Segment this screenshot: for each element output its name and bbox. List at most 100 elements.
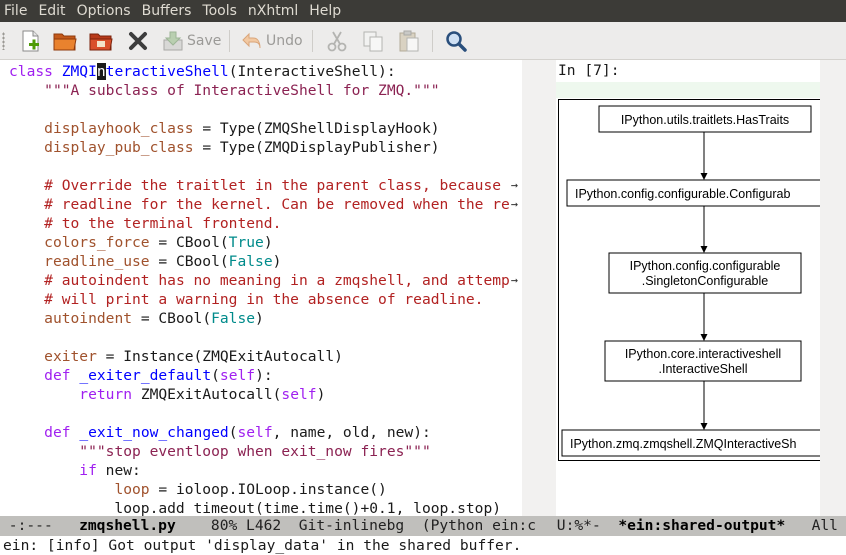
code-token: ZMQI [61, 63, 97, 80]
code-token: # readline for the kernel. Can be remove… [44, 196, 510, 213]
modeline-vc[interactable]: Git-inlinebg [299, 517, 404, 534]
code-token: readline_use [44, 253, 150, 270]
input-cell[interactable] [556, 82, 820, 98]
code-line[interactable] [9, 157, 510, 176]
code-token: exiter [44, 348, 97, 365]
code-line[interactable] [9, 404, 510, 423]
modeline-buffer-name[interactable]: zmqshell.py [79, 517, 176, 534]
code-line[interactable]: loop = ioloop.IOLoop.instance() [9, 480, 510, 499]
code-line[interactable]: exiter = Instance(ZMQExitAutocall) [9, 347, 510, 366]
code-line[interactable]: if new: [9, 461, 510, 480]
code-token: """stop eventloop when exit_now fires""" [79, 443, 431, 460]
code-token: True [228, 234, 264, 251]
code-token: = Type(ZMQDisplayPublisher) [193, 139, 440, 156]
code-token: _exit_now_changed [79, 424, 229, 441]
window-divider[interactable] [532, 60, 548, 516]
code-token: ) [316, 386, 326, 403]
code-line[interactable] [9, 100, 510, 119]
code-line[interactable]: class ZMQInteractiveShell(InteractiveShe… [9, 62, 510, 81]
mode-line-right[interactable]: U:%*- *ein:shared-output* All [548, 516, 846, 536]
code-line[interactable]: # will print a warning in the absence of… [9, 290, 510, 309]
open-file-button[interactable] [52, 28, 78, 54]
modeline-modes[interactable]: (Python ein:c [422, 517, 536, 534]
modeline-status: -:--- [8, 517, 53, 534]
code-line[interactable]: # readline for the kernel. Can be remove… [9, 195, 510, 214]
code-token: teractiveShell [105, 63, 229, 80]
fringe [522, 60, 532, 516]
code-token: ) [263, 234, 273, 251]
code-line[interactable]: # autoindent has no meaning in a zmqshel… [9, 271, 510, 290]
class-node-label: .SingletonConfigurable [642, 274, 769, 288]
code-line[interactable]: loop.add_timeout(time.time()+0.1, loop.s… [9, 499, 510, 516]
close-buffer-button[interactable] [126, 28, 150, 54]
modeline-position: All [811, 517, 838, 534]
code-line[interactable]: """stop eventloop when exit_now fires""" [9, 442, 510, 461]
menu-options[interactable]: Options [77, 3, 131, 19]
search-button[interactable] [444, 28, 468, 54]
code-line[interactable]: def _exit_now_changed(self, name, old, n… [9, 423, 510, 442]
new-file-icon [22, 30, 39, 52]
shared-output-window[interactable]: In [7]: IPython.utils.traitlets.HasTrait… [556, 60, 820, 516]
code-line[interactable]: displayhook_class = Type(ZMQShellDisplay… [9, 119, 510, 138]
menu-help[interactable]: Help [309, 3, 341, 19]
menu-nxhtml[interactable]: nXhtml [248, 3, 298, 19]
arrowhead-icon [700, 334, 708, 341]
toolbar-grip[interactable] [2, 32, 5, 50]
copy-button[interactable] [361, 28, 385, 54]
code-editor-window[interactable]: class ZMQInteractiveShell(InteractiveShe… [0, 60, 522, 516]
undo-button[interactable]: Undo [240, 28, 303, 54]
code-line[interactable]: colors_force = CBool(True) [9, 233, 510, 252]
code-line[interactable]: display_pub_class = Type(ZMQDisplayPubli… [9, 138, 510, 157]
cut-button[interactable] [325, 28, 349, 54]
code-line[interactable]: # to the terminal frontend. [9, 214, 510, 233]
code-line[interactable]: def _exiter_default(self): [9, 366, 510, 385]
class-node: IPython.zmq.zmqshell.ZMQInteractiveSh [561, 429, 820, 457]
code-token: (InteractiveShell): [228, 63, 396, 80]
code-line[interactable]: return ZMQExitAutocall(self) [9, 385, 510, 404]
line-truncation-arrow-icon: → [510, 178, 518, 192]
code-line[interactable]: autoindent = CBool(False) [9, 309, 510, 328]
menu-edit[interactable]: Edit [38, 3, 65, 19]
code-token: # will print a warning in the absence of… [44, 291, 484, 308]
cell-prompt: In [7]: [556, 60, 820, 82]
code-line[interactable]: readline_use = CBool(False) [9, 252, 510, 271]
paste-button[interactable] [397, 28, 421, 54]
class-node: IPython.config.configurable.Configurab [566, 179, 820, 207]
code-token: self [237, 424, 273, 441]
new-file-button[interactable] [18, 28, 42, 54]
code-token: False [211, 310, 256, 327]
modeline-buffer-name[interactable]: *ein:shared-output* [618, 517, 785, 534]
code-text[interactable]: class ZMQInteractiveShell(InteractiveShe… [9, 62, 510, 516]
menu-file[interactable]: File [4, 3, 27, 19]
cut-icon [327, 31, 347, 52]
save-button[interactable]: Save [161, 28, 221, 54]
code-token: class [9, 63, 62, 80]
code-token: ) [255, 310, 264, 327]
code-token: # Override the traitlet in the parent cl… [44, 177, 502, 194]
menu-buffers[interactable]: Buffers [142, 3, 192, 19]
code-token: ( [211, 367, 220, 384]
code-token: loop.add_timeout(time.time()+0.1, loop.s… [9, 500, 502, 516]
dired-button[interactable] [88, 28, 114, 54]
menu-tools[interactable]: Tools [202, 3, 237, 19]
code-token: if [79, 462, 106, 479]
line-truncation-arrow-icon: → [510, 273, 518, 287]
code-line[interactable] [9, 328, 510, 347]
toolbar-separator [229, 30, 230, 52]
code-line[interactable]: # Override the traitlet in the parent cl… [9, 176, 510, 195]
code-line[interactable]: """A subclass of InteractiveShell for ZM… [9, 81, 510, 100]
mode-line-left[interactable]: -:--- zmqshell.py 80% L462 Git-inlinebg … [0, 516, 548, 536]
arrowhead-icon [700, 423, 708, 430]
tool-bar: Save Undo [0, 22, 846, 60]
